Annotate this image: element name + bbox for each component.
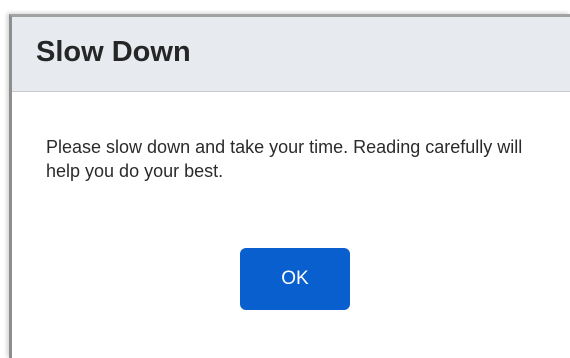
dialog-message: Please slow down and take your time. Rea… (46, 137, 523, 181)
slow-down-dialog: Slow Down Please slow down and take your… (9, 14, 570, 358)
screen: Slow Down Please slow down and take your… (0, 0, 570, 358)
dialog-title: Slow Down (36, 36, 191, 68)
ok-button[interactable]: OK (240, 248, 350, 310)
dialog-header: Slow Down (12, 17, 570, 92)
